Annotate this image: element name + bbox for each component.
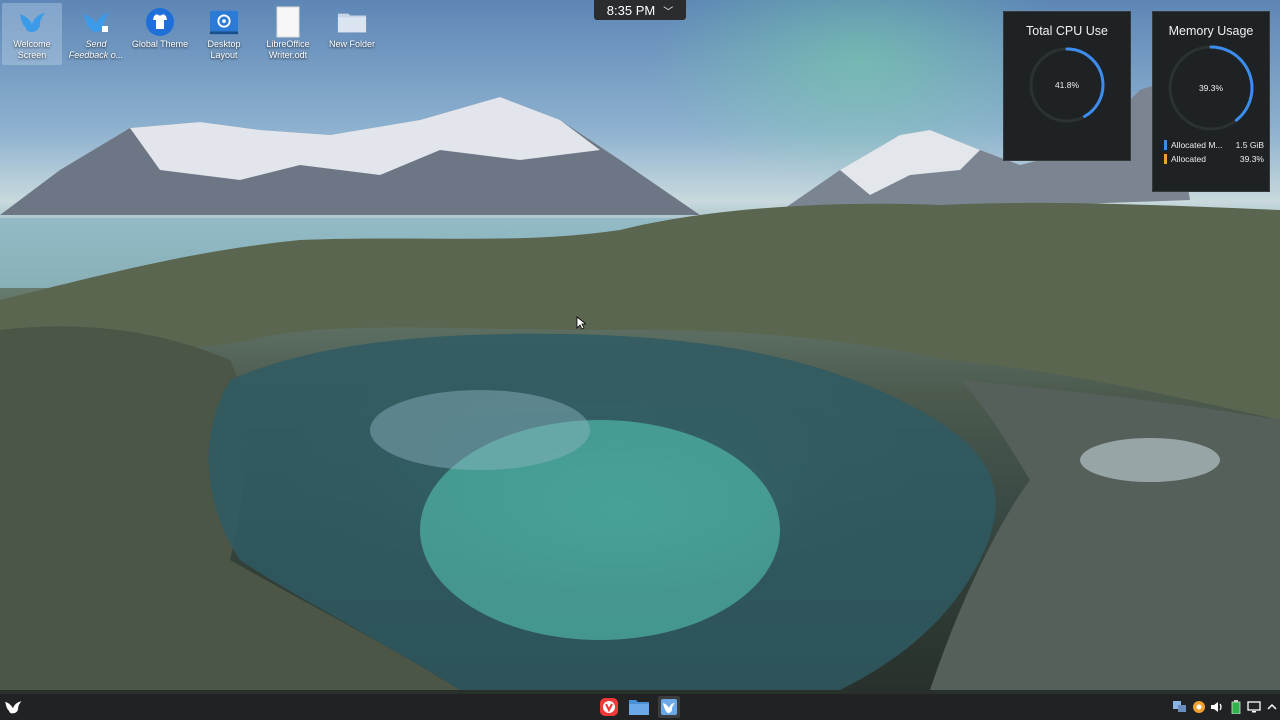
cpu-gauge-value: 41.8% xyxy=(1054,80,1080,90)
updates-icon[interactable] xyxy=(1191,699,1207,715)
desktop-icon-label: Desktop Layout xyxy=(207,39,241,60)
bird-feedback-icon xyxy=(81,7,111,37)
display-icon[interactable] xyxy=(1246,699,1262,715)
legend-label: Allocated M... xyxy=(1171,140,1223,150)
legend-label: Allocated xyxy=(1171,154,1206,164)
desktop-icon-label: Global Theme xyxy=(131,39,189,49)
battery-icon[interactable] xyxy=(1228,699,1244,715)
legend-row-allocated-memory: Allocated M... 1.5 GiB xyxy=(1164,138,1264,152)
folder-icon xyxy=(337,7,367,37)
desktop-icon-label: Welcome Screen xyxy=(13,39,51,60)
legend-value: 39.3% xyxy=(1239,154,1264,164)
desktop-icon-global-theme[interactable]: Global Theme xyxy=(130,3,190,65)
clock-applet[interactable]: 8:35 PM ﹀ xyxy=(594,0,686,20)
desktop-icon-label: New Folder xyxy=(328,39,375,49)
memory-widget-title: Memory Usage xyxy=(1168,24,1254,38)
layout-icon xyxy=(209,7,239,37)
welcome-app-icon[interactable] xyxy=(658,696,680,718)
legend-value: 1.5 GiB xyxy=(1235,140,1264,150)
desktop-icon-welcome-screen[interactable]: Welcome Screen xyxy=(2,3,62,65)
desktop-icon-send-feedback[interactable]: Send Feedback o... xyxy=(66,3,126,65)
tray-expand-icon[interactable] xyxy=(1264,699,1280,715)
cpu-widget-title: Total CPU Use xyxy=(1026,24,1108,38)
vivaldi-browser-icon[interactable] xyxy=(598,696,620,718)
desktop-icon-label: Send Feedback o... xyxy=(68,39,124,60)
legend-row-allocated: Allocated 39.3% xyxy=(1164,152,1264,166)
bird-menu-icon[interactable] xyxy=(2,696,24,718)
taskbar xyxy=(0,694,1280,720)
memory-gauge-value: 39.3% xyxy=(1198,83,1224,93)
shirt-theme-icon xyxy=(145,7,175,37)
legend-swatch xyxy=(1164,154,1167,164)
desktop-icon-label: LibreOffice Writer.odt xyxy=(266,39,310,60)
mouse-cursor-icon xyxy=(576,316,586,330)
desktop-icon-desktop-layout[interactable]: Desktop Layout xyxy=(194,3,254,65)
document-icon xyxy=(273,6,303,38)
legend-swatch xyxy=(1164,140,1167,150)
cpu-usage-widget[interactable]: Total CPU Use 41.8% xyxy=(1003,11,1131,161)
memory-usage-widget[interactable]: Memory Usage 39.3% Allocated M... 1.5 Gi… xyxy=(1152,11,1270,192)
volume-icon[interactable] xyxy=(1209,699,1225,715)
clock-time: 8:35 PM xyxy=(606,2,656,18)
chevron-down-icon: ﹀ xyxy=(663,6,674,18)
file-manager-icon[interactable] xyxy=(628,696,650,718)
memory-legend: Allocated M... 1.5 GiB Allocated 39.3% xyxy=(1164,138,1264,166)
network-icon[interactable] xyxy=(1172,699,1188,715)
desktop-icon-new-folder[interactable]: New Folder xyxy=(322,3,382,65)
bird-logo-icon xyxy=(17,7,47,37)
desktop-icon-libreoffice-writer[interactable]: LibreOffice Writer.odt xyxy=(258,3,318,65)
